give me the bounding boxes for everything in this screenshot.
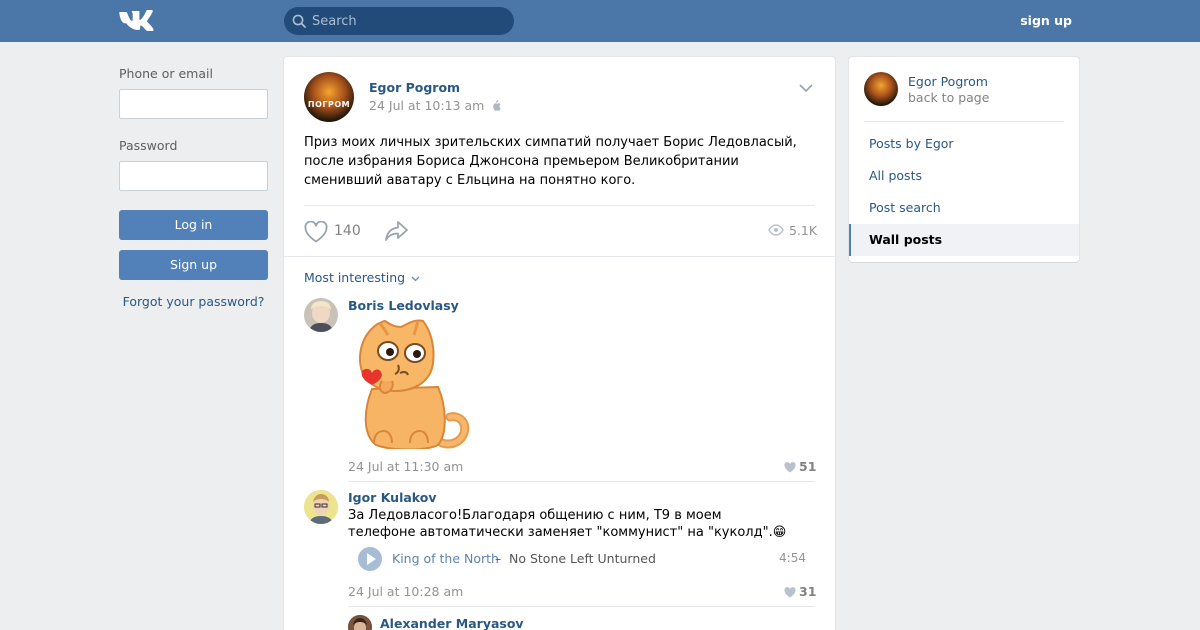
comment-text-body: За Ледовласого!Благодаря общению с ним, …: [348, 508, 773, 540]
like-count: 140: [334, 223, 361, 239]
search-bar[interactable]: [284, 7, 514, 35]
divider: [348, 481, 815, 482]
post-text: Приз моих личных зрительских симпатий по…: [304, 135, 797, 188]
divider: [864, 121, 1064, 122]
comment-author[interactable]: Boris Ledovlasy: [348, 298, 459, 313]
comment-like[interactable]: 51: [784, 459, 816, 474]
wall-post: ПОГРОМ Egor Pogrom 24 Jul at 10:13 am Пр…: [284, 57, 835, 630]
sidebar-avatar[interactable]: [864, 72, 898, 106]
sidebar-author[interactable]: Egor Pogrom: [908, 74, 988, 89]
audio-attachment[interactable]: King of the North – No Stone Left Unturn…: [358, 547, 806, 571]
vk-logo-icon[interactable]: [118, 9, 154, 33]
comment-sort-dropdown[interactable]: Most interesting: [304, 270, 420, 285]
password-field[interactable]: [119, 161, 268, 191]
divider: [348, 606, 815, 607]
forgot-password-link[interactable]: Forgot your password?: [119, 294, 268, 309]
chevron-down-icon: [411, 276, 420, 281]
search-input[interactable]: [312, 7, 508, 35]
audio-duration: 4:54: [779, 551, 806, 565]
post-author[interactable]: Egor Pogrom: [369, 80, 460, 95]
search-icon: [292, 14, 306, 28]
audio-separator: –: [495, 551, 502, 566]
post-date-text: 24 Jul at 10:13 am: [369, 98, 485, 113]
sidebar-item-posts-by-egor[interactable]: Posts by Egor: [849, 128, 1079, 160]
cat-sticker[interactable]: [352, 319, 470, 449]
top-bar: sign up: [0, 0, 1200, 42]
view-count: 5.1K: [789, 223, 818, 238]
comment-date[interactable]: 24 Jul at 10:28 am: [348, 584, 463, 599]
heart-icon[interactable]: [304, 221, 328, 243]
eye-icon: [768, 224, 784, 236]
back-to-page-link[interactable]: back to page: [908, 90, 989, 105]
commenter-avatar[interactable]: [304, 490, 338, 524]
login-form: Phone or email Password Log in Sign up F…: [119, 66, 268, 309]
comment-like[interactable]: 31: [784, 584, 816, 599]
password-label: Password: [119, 138, 178, 153]
sidebar-item-wall-posts[interactable]: Wall posts: [849, 224, 1079, 256]
heart-icon: [784, 462, 796, 473]
avatar-image: [304, 298, 338, 332]
divider: [304, 205, 815, 206]
signup-button[interactable]: Sign up: [119, 250, 268, 280]
comment-like-count: 51: [799, 459, 817, 474]
audio-artist[interactable]: King of the North: [392, 551, 499, 566]
apple-icon: [493, 100, 501, 111]
comment-sort-label: Most interesting: [304, 270, 406, 285]
sidebar-item-all-posts[interactable]: All posts: [849, 160, 1079, 192]
avatar-logo-text: ПОГРОМ: [307, 100, 351, 109]
commenter-avatar[interactable]: [304, 298, 338, 332]
avatar-image: [348, 615, 372, 630]
phone-field[interactable]: [119, 89, 268, 119]
sidebar-item-post-search[interactable]: Post search: [849, 192, 1079, 224]
author-avatar[interactable]: ПОГРОМ: [304, 72, 354, 122]
avatar-image: [304, 490, 338, 524]
login-button[interactable]: Log in: [119, 210, 268, 240]
grinning-emoji-icon: 😁: [772, 525, 787, 540]
comment-text: За Ледовласого!Благодаря общению с ним, …: [348, 507, 788, 541]
commenter-avatar[interactable]: [348, 615, 372, 630]
comment-like-count: 31: [799, 584, 817, 599]
comment-author[interactable]: Igor Kulakov: [348, 490, 437, 505]
phone-label: Phone or email: [119, 66, 213, 81]
wall-navigation: Egor Pogrom back to page Posts by Egor A…: [849, 57, 1079, 262]
audio-title: No Stone Left Unturned: [509, 551, 656, 566]
share-icon[interactable]: [384, 220, 410, 242]
chevron-down-icon[interactable]: [799, 84, 813, 92]
comment-date[interactable]: 24 Jul at 11:30 am: [348, 459, 463, 474]
comment-author[interactable]: Alexander Maryasov: [380, 616, 524, 630]
signup-link[interactable]: sign up: [1020, 13, 1072, 28]
play-icon[interactable]: [358, 547, 382, 571]
post-date[interactable]: 24 Jul at 10:13 am: [369, 98, 501, 113]
heart-icon: [784, 587, 796, 598]
divider: [284, 256, 835, 257]
